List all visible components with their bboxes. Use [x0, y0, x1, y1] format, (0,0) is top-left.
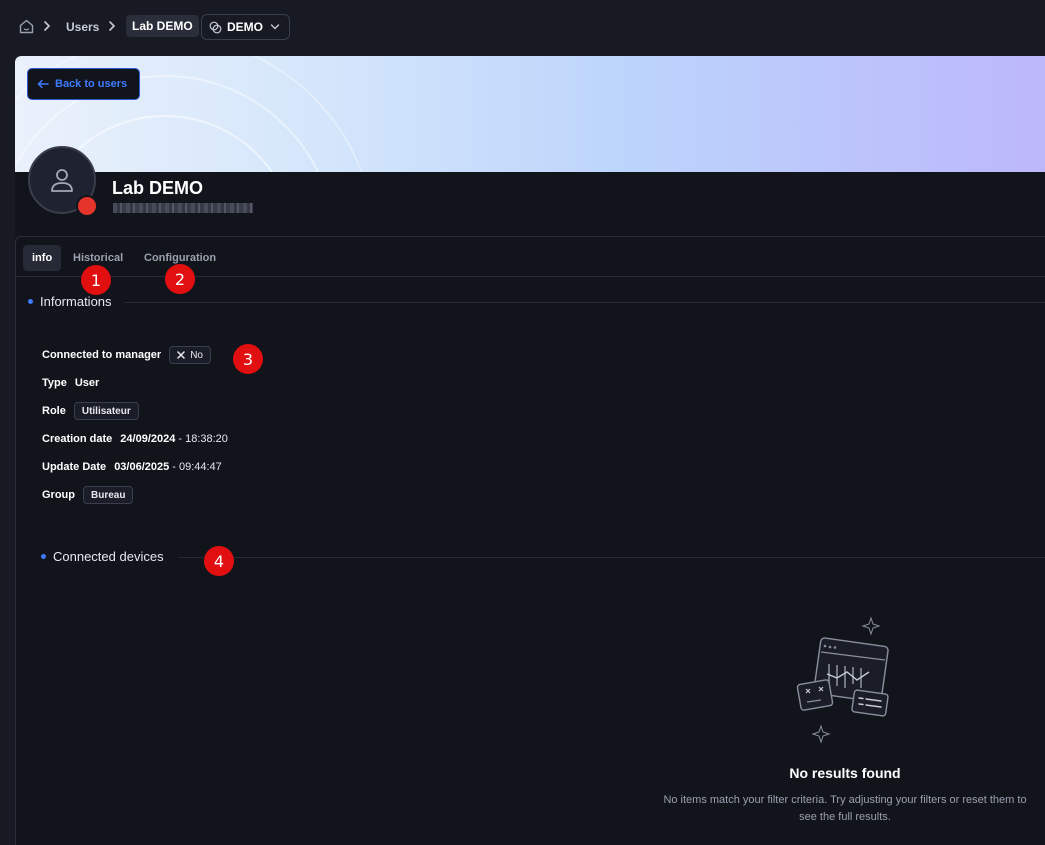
connected-value: No — [190, 349, 203, 361]
status-indicator — [76, 195, 98, 217]
close-icon — [177, 351, 185, 359]
profile-banner: Back to users — [15, 56, 1045, 172]
creation-date-label: Creation date — [42, 433, 113, 445]
empty-state-title: No results found — [789, 765, 901, 781]
empty-state-illustration-icon — [796, 616, 889, 744]
chevron-right-icon — [109, 21, 116, 31]
user-icon — [51, 169, 73, 192]
tab-info[interactable]: info — [23, 245, 62, 271]
organization-select-value: DEMO — [227, 20, 263, 34]
chevron-right-icon — [44, 21, 51, 31]
type-value: User — [74, 377, 100, 389]
annotation-marker-3: 3 — [233, 344, 263, 374]
annotation-marker-1: 1 — [81, 265, 111, 295]
role-label: Role — [42, 405, 66, 417]
divider — [178, 557, 1045, 558]
bullet-icon — [41, 554, 46, 559]
annotation-marker-4: 4 — [204, 546, 234, 576]
connected-label: Connected to manager — [42, 349, 162, 361]
divider — [124, 302, 1045, 303]
section-devices-title: Connected devices — [41, 549, 164, 564]
info-row-creation-date: Creation date 24/09/2024 - 18:38:20 — [42, 430, 228, 448]
back-to-users-label: Back to users — [55, 78, 128, 90]
creation-time-value: - 18:38:20 — [178, 433, 228, 445]
info-row-connected: Connected to manager No — [42, 346, 211, 364]
group-label: Group — [42, 489, 75, 501]
info-row-type: Type User — [42, 374, 99, 392]
user-detail-panel: Back to users Lab DEMO info Historical C… — [15, 56, 1045, 845]
chevron-down-icon — [270, 24, 280, 30]
role-badge: Utilisateur — [73, 402, 139, 420]
top-breadcrumb-bar: Users Lab DEMO DEMO — [0, 0, 1045, 54]
annotation-marker-2: 2 — [165, 264, 195, 294]
group-badge: Bureau — [83, 486, 134, 504]
home-icon[interactable] — [18, 18, 35, 35]
banner-decoration — [15, 56, 363, 172]
section-informations-label: Informations — [40, 294, 112, 309]
empty-state-text: No items match your filter criteria. Try… — [663, 794, 1027, 823]
tab-content: info Historical Configuration 1 2 Inform… — [15, 236, 1045, 845]
update-date-value: 03/06/2025 — [114, 461, 170, 473]
link-circles-icon — [209, 21, 222, 33]
info-row-update-date: Update Date 03/06/2025 - 09:44:47 — [42, 458, 222, 476]
connected-badge: No — [169, 346, 211, 364]
bullet-icon — [28, 299, 33, 304]
creation-date-value: 24/09/2024 — [120, 433, 176, 445]
info-row-role: Role Utilisateur — [42, 402, 139, 420]
user-name: Lab DEMO — [112, 178, 204, 198]
back-to-users-button[interactable]: Back to users — [27, 68, 140, 100]
arrow-left-icon — [37, 79, 49, 89]
update-date-label: Update Date — [42, 461, 107, 473]
breadcrumb-users[interactable]: Users — [66, 0, 99, 54]
section-informations-title: Informations — [28, 294, 112, 309]
redacted-user-detail — [113, 203, 253, 213]
type-label: Type — [42, 377, 67, 389]
section-devices-label: Connected devices — [53, 549, 164, 564]
organization-select[interactable]: DEMO — [201, 14, 290, 40]
update-time-value: - 09:44:47 — [172, 461, 222, 473]
info-row-group: Group Bureau — [42, 486, 134, 504]
breadcrumb-current: Lab DEMO — [126, 15, 199, 37]
